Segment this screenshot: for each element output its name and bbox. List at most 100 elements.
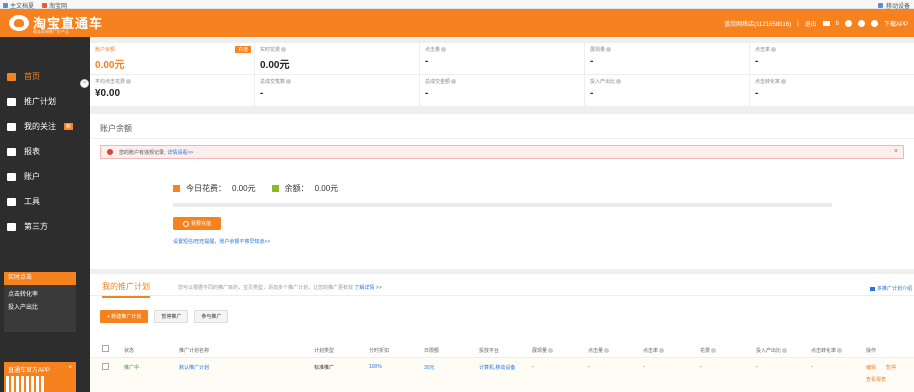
- balance-legend: 今日花费： 0.00元 余额： 0.00元: [173, 183, 338, 194]
- new-plan-button[interactable]: + 新建推广计划: [100, 310, 149, 323]
- new-badge: 新: [64, 123, 74, 130]
- tab-my-plans[interactable]: 我的推广计划: [102, 281, 150, 298]
- sidebar-item-tools[interactable]: 工具: [0, 189, 90, 214]
- help-icon[interactable]: [844, 20, 852, 27]
- charge-button[interactable]: 我要充值: [173, 217, 221, 230]
- stat-ctr: 点击率 -: [750, 43, 914, 75]
- help-icon[interactable]: [659, 348, 665, 354]
- row-type: 标准推广: [314, 365, 335, 371]
- row-discount[interactable]: 100%: [369, 364, 382, 370]
- row-checkbox[interactable]: [102, 363, 109, 372]
- stat-impressions: 展现量 -: [585, 43, 750, 75]
- stat-total-deals: 总成交笔数 -: [255, 75, 420, 107]
- campaign-plans-panel: 我的推广计划 您可以根据不同的推广目的，宝贝类型，添加多个推广计划，让您的推广更…: [90, 274, 914, 392]
- help-icon[interactable]: [781, 79, 787, 85]
- puzzle-icon: [7, 222, 16, 231]
- help-icon[interactable]: [281, 47, 287, 53]
- row-cost: -: [700, 364, 702, 370]
- stat-avg-cost: 平均点击花费 ¥0.00: [90, 75, 255, 107]
- col-clicks: 点击量: [588, 347, 610, 354]
- folder-icon: [877, 3, 883, 8]
- sidebar-item-home[interactable]: 首页: [0, 64, 90, 89]
- cloud-icon[interactable]: [857, 20, 865, 27]
- realtime-box-item[interactable]: 点击转化率: [4, 285, 76, 298]
- col-cvr: 点击转化率: [811, 347, 843, 354]
- download-app-link[interactable]: 下载APP: [884, 19, 908, 28]
- sidebar-item-campaigns[interactable]: 推广计划: [0, 89, 90, 114]
- realtime-box-title[interactable]: 实时点击: [4, 272, 76, 285]
- help-icon[interactable]: [782, 348, 788, 354]
- pause-plan-button[interactable]: 暂停推广: [154, 310, 189, 323]
- row-platform[interactable]: 计算机,移动设备: [479, 364, 515, 371]
- stat-realtime-cost: 实时花费 0.00元: [255, 43, 420, 75]
- sidebar-item-follow[interactable]: 我的关注新: [0, 114, 90, 139]
- sidebar: « 首页 推广计划 我的关注新 报表 账户 工具 第三方 实时点击 点击转化率 …: [0, 37, 90, 392]
- sms-reminder-link[interactable]: 设置短信/旺旺提醒，账户余额不够早知道>>: [173, 238, 270, 245]
- close-icon[interactable]: ×: [894, 148, 898, 155]
- home-icon: [7, 72, 16, 81]
- edit-link[interactable]: 编辑: [866, 364, 876, 371]
- learn-more-link[interactable]: 了解详情 >>: [354, 285, 381, 291]
- remain-value: 0.00元: [314, 184, 339, 193]
- sidebar-item-reports[interactable]: 报表: [0, 139, 90, 164]
- plans-tabs: 我的推广计划 您可以根据不同的推广目的，宝贝类型，添加多个推广计划，让您的推广更…: [90, 274, 914, 298]
- main-content: 账户余额 0.00元 充值 实时花费 0.00元 点击量 - 展现量 - 点击率…: [90, 37, 914, 392]
- tools-icon: [7, 197, 16, 206]
- app-promo-close[interactable]: ×: [68, 365, 72, 374]
- mobile-app-icon: [870, 20, 878, 27]
- col-cost: 花费: [700, 347, 717, 354]
- join-plan-button[interactable]: 参与推广: [194, 310, 229, 323]
- sidebar-item-third-party[interactable]: 第三方: [0, 214, 90, 239]
- yen-icon: [182, 220, 189, 227]
- account-icon: [7, 172, 16, 181]
- multi-plan-intro-link[interactable]: 多推广计划介绍: [869, 285, 912, 292]
- video-icon: [869, 286, 875, 291]
- mail-icon[interactable]: [822, 21, 830, 26]
- help-icon[interactable]: [837, 348, 843, 354]
- report-icon: [7, 147, 16, 156]
- row-ctr: -: [643, 364, 645, 370]
- logo-icon: [9, 14, 29, 31]
- row-clicks: -: [588, 364, 590, 370]
- col-platform: 投放平台: [479, 348, 500, 354]
- help-icon[interactable]: [451, 79, 457, 85]
- stats-panel: 账户余额 0.00元 充值 实时花费 0.00元 点击量 - 展现量 - 点击率…: [90, 43, 914, 107]
- warning-icon: [107, 149, 113, 155]
- col-discount: 分时折扣: [369, 348, 390, 354]
- help-icon[interactable]: [604, 348, 610, 354]
- view-report-link[interactable]: 查看报表: [866, 376, 886, 383]
- stat-cvr: 点击转化率 -: [750, 75, 914, 107]
- plans-table-header: 状态 推广计划名称 计划类型 分时折扣 日限额 投放平台 展现量 点击量 点击率…: [90, 340, 914, 358]
- row-limit[interactable]: 30元: [424, 364, 435, 371]
- help-icon[interactable]: [606, 47, 612, 53]
- row-status: 推广中: [124, 365, 140, 371]
- help-icon[interactable]: [616, 79, 622, 85]
- stat-clicks: 点击量 -: [420, 43, 585, 75]
- row-plan-name[interactable]: 默认推广计划: [179, 364, 209, 371]
- header-user-area: 蓝欣网络店(1121658816) | 退出 6 下载APP: [724, 19, 908, 28]
- help-icon[interactable]: [126, 79, 132, 85]
- logout-link[interactable]: 退出: [805, 19, 817, 28]
- col-impressions: 展现量: [532, 347, 554, 354]
- help-icon[interactable]: [711, 348, 717, 354]
- recharge-button[interactable]: 充值: [234, 46, 251, 53]
- help-icon[interactable]: [441, 47, 447, 53]
- balance-title: 账户余额: [100, 124, 132, 133]
- help-icon[interactable]: [286, 79, 292, 85]
- heart-icon: [7, 122, 16, 131]
- select-all-checkbox[interactable]: [102, 345, 109, 354]
- top-header: 淘宝直通车 精准高效推广好产品 蓝欣网络店(1121658816) | 退出 6…: [0, 9, 914, 37]
- alert-details-link[interactable]: 详情请看>>: [167, 149, 193, 156]
- row-impressions: -: [532, 364, 534, 370]
- realtime-box-item[interactable]: 投入产出比: [4, 298, 76, 311]
- sidebar-item-account[interactable]: 账户: [0, 164, 90, 189]
- pause-link[interactable]: 暂停: [886, 364, 896, 371]
- col-ctr: 点击率: [643, 347, 665, 354]
- logo[interactable]: 淘宝直通车 精准高效推广好产品: [9, 13, 103, 34]
- sidebar-nav: 首页 推广计划 我的关注新 报表 账户 工具 第三方: [0, 64, 90, 239]
- plans-toolbar: + 新建推广计划 暂停推广 参与推广: [100, 310, 229, 323]
- help-icon[interactable]: [548, 348, 554, 354]
- help-icon[interactable]: [771, 47, 777, 53]
- col-type: 计划类型: [314, 348, 335, 354]
- app-promo-title: 直通车官方APP: [8, 368, 51, 374]
